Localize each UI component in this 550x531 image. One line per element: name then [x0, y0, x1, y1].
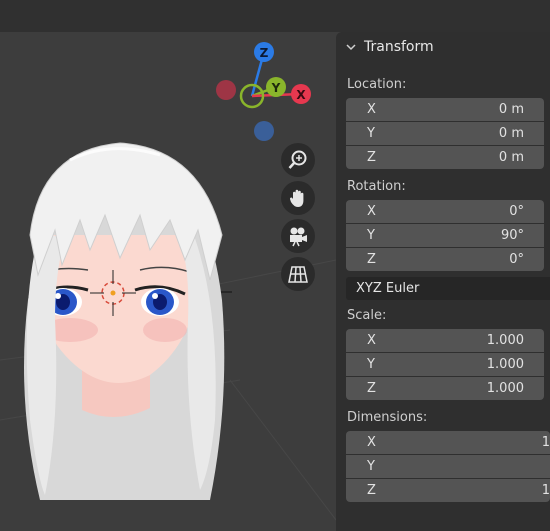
chevron-down-icon: [346, 44, 356, 51]
blush-right: [143, 318, 187, 342]
dimensions-z-field[interactable]: Z 1: [346, 479, 550, 502]
panel-title: Transform: [364, 39, 434, 55]
scale-z-field[interactable]: Z 1.000: [346, 377, 544, 400]
scale-x-value: 1.000: [486, 333, 524, 348]
rotation-y-field[interactable]: Y 90°: [346, 224, 544, 247]
gizmo-z-handle[interactable]: Z: [254, 42, 274, 62]
rotation-mode-value: XYZ Euler: [356, 281, 420, 296]
rotation-z-value: 0°: [509, 252, 524, 267]
transform-panel-header[interactable]: Transform: [336, 32, 550, 62]
dimensions-x-field[interactable]: X 1: [346, 431, 550, 454]
scale-z-axis-label: Z: [367, 381, 376, 396]
rotation-z-axis-label: Z: [367, 252, 376, 267]
svg-text:X: X: [296, 88, 306, 102]
dimensions-z-axis-label: Z: [367, 483, 376, 498]
location-y-axis-label: Y: [367, 126, 375, 141]
navigation-gizmo[interactable]: Y Z X: [216, 42, 311, 141]
location-z-value: 0 m: [498, 150, 524, 165]
scale-label: Scale:: [347, 308, 387, 323]
location-x-field[interactable]: X 0 m: [346, 98, 544, 121]
rotation-x-field[interactable]: X 0°: [346, 200, 544, 223]
rotation-z-field[interactable]: Z 0°: [346, 248, 544, 271]
location-y-value: 0 m: [498, 126, 524, 141]
rotation-label: Rotation:: [347, 179, 406, 194]
gizmo-x-handle[interactable]: X: [291, 84, 311, 104]
gizmo-neg-x-handle[interactable]: [216, 80, 236, 100]
scale-x-field[interactable]: X 1.000: [346, 329, 544, 352]
scale-y-field[interactable]: Y 1.000: [346, 353, 544, 376]
dimensions-y-axis-label: Y: [367, 459, 375, 474]
location-x-axis-label: X: [367, 102, 376, 117]
zoom-icon[interactable]: [281, 143, 315, 177]
dimensions-x-value: 1: [541, 435, 550, 450]
hand-pan-icon[interactable]: [281, 181, 315, 215]
rotation-x-value: 0°: [509, 204, 524, 219]
dimensions-y-field[interactable]: Y: [346, 455, 550, 478]
anime-character-head[interactable]: [24, 142, 225, 500]
svg-text:Y: Y: [271, 81, 281, 95]
dimensions-z-value: 1: [541, 483, 550, 498]
rotation-mode-dropdown[interactable]: XYZ Euler: [346, 277, 550, 300]
transform-sidebar-panel: Transform Location: X 0 m Y 0 m Z 0 m Ro…: [336, 32, 550, 531]
location-z-axis-label: Z: [367, 150, 376, 165]
dimensions-label: Dimensions:: [347, 410, 428, 425]
svg-text:Z: Z: [260, 46, 269, 60]
location-z-field[interactable]: Z 0 m: [346, 146, 544, 169]
grid-ortho-icon[interactable]: [281, 257, 315, 291]
rotation-x-axis-label: X: [367, 204, 376, 219]
location-label: Location:: [347, 77, 407, 92]
rotation-y-value: 90°: [500, 228, 524, 243]
rotation-y-axis-label: Y: [367, 228, 375, 243]
dimensions-x-axis-label: X: [367, 435, 376, 450]
scale-y-axis-label: Y: [367, 357, 375, 372]
scale-x-axis-label: X: [367, 333, 376, 348]
scale-z-value: 1.000: [486, 381, 524, 396]
scale-y-value: 1.000: [486, 357, 524, 372]
camera-icon[interactable]: [281, 219, 315, 253]
gizmo-y-handle[interactable]: Y: [266, 77, 286, 97]
location-y-field[interactable]: Y 0 m: [346, 122, 544, 145]
location-x-value: 0 m: [498, 102, 524, 117]
gizmo-neg-z-handle[interactable]: [254, 121, 274, 141]
